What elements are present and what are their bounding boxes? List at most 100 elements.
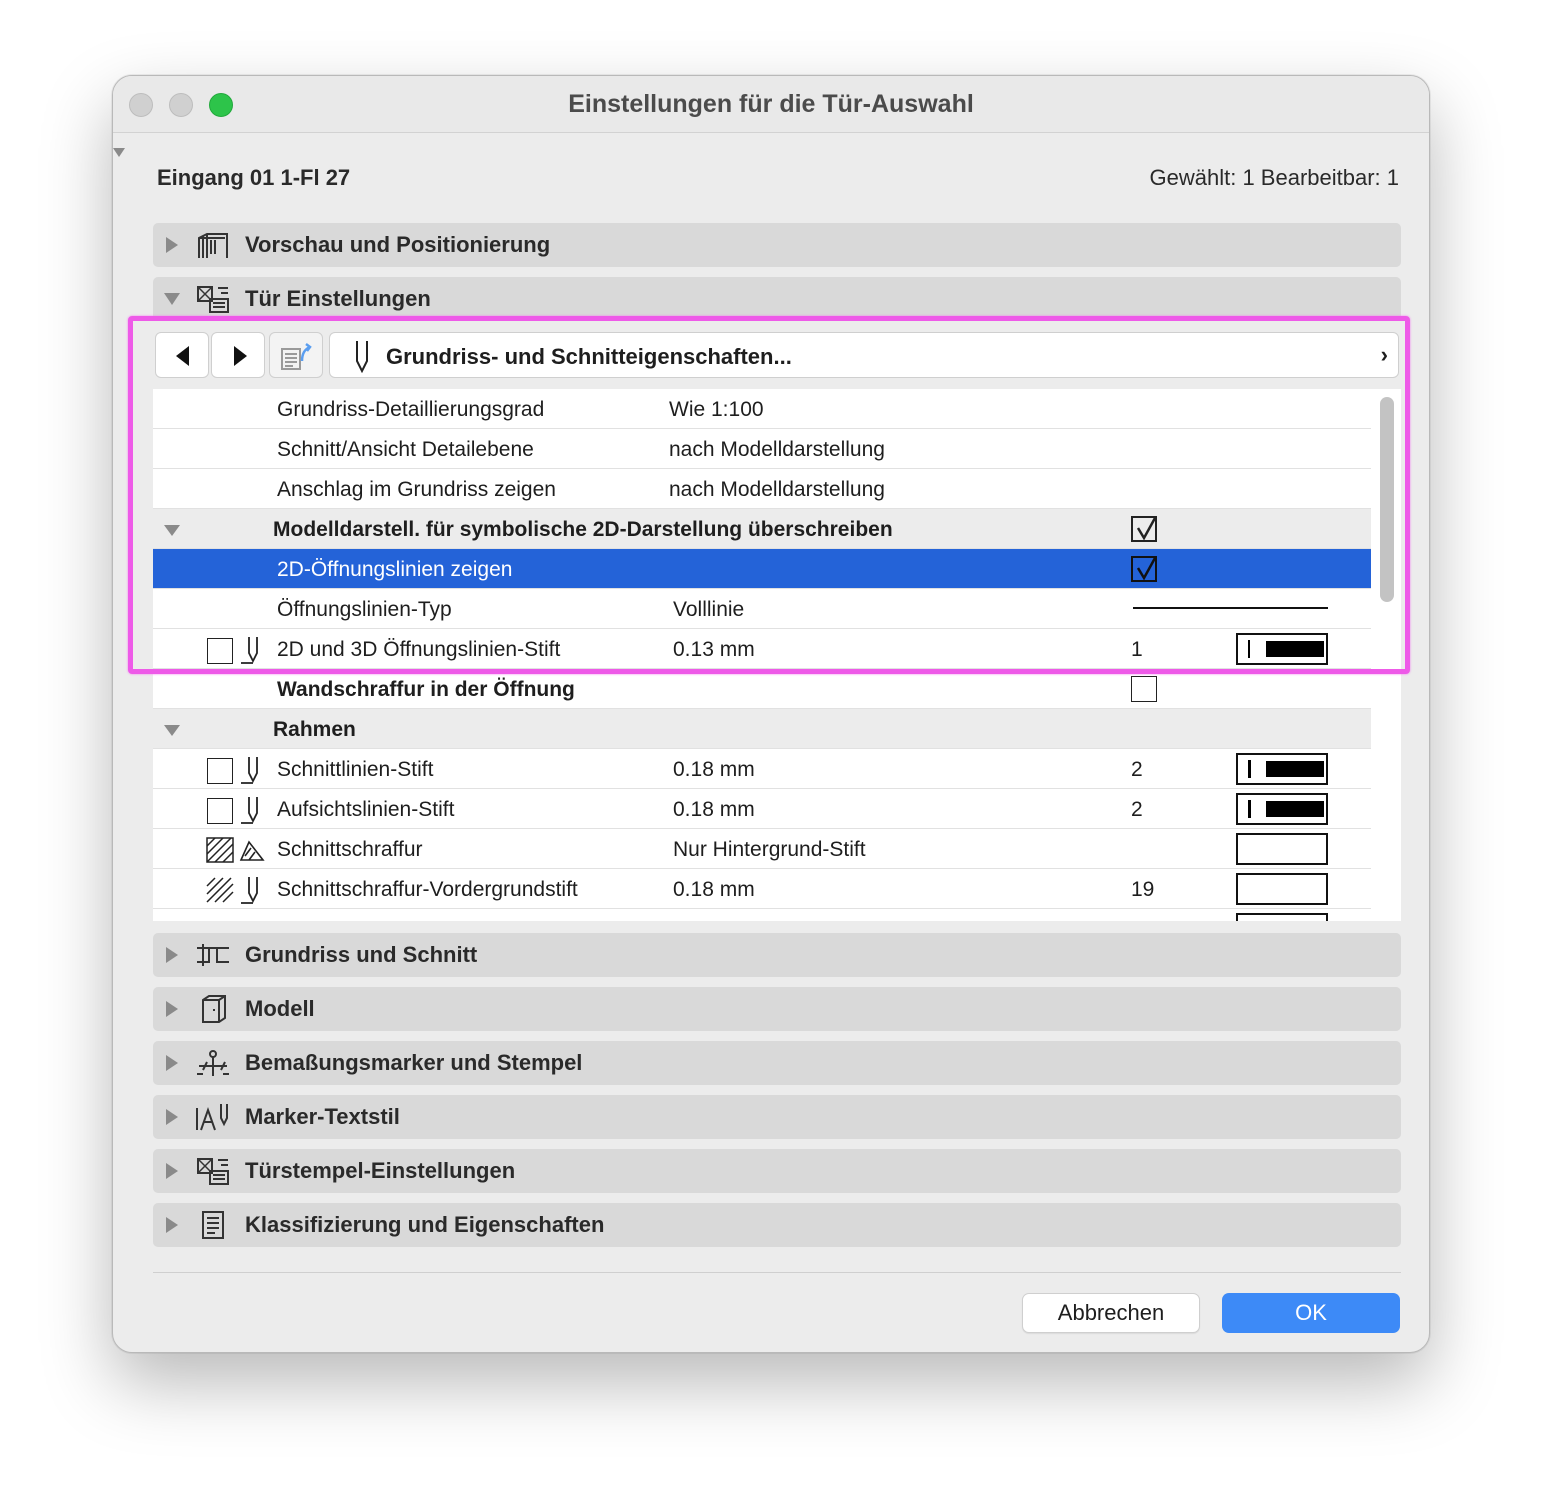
- page-toolbar: Grundriss- und Schnitteigenschaften... ›: [155, 332, 1399, 378]
- list-item[interactable]: Schnittlinien-Stift 0.18 mm 2: [153, 749, 1371, 789]
- list-item[interactable]: Schnitt/Ansicht Detailebene nach Modelld…: [153, 429, 1371, 469]
- list-item[interactable]: Wandschraffur in der Öffnung: [153, 669, 1371, 709]
- disclosure-right-icon[interactable]: [166, 1109, 178, 1125]
- fill-foreground-pen-icon: [206, 877, 234, 903]
- link-checkbox[interactable]: [207, 798, 233, 824]
- pen-icon: [356, 341, 368, 373]
- list-item[interactable]: Öffnungslinien-Typ Volllinie: [153, 589, 1371, 629]
- floorplan-section-icon: [197, 944, 229, 966]
- title-bar: Einstellungen für die Tür-Auswahl: [113, 76, 1429, 133]
- pen-swatch[interactable]: [1236, 633, 1328, 665]
- row-value[interactable]: nach Modelldarstellung: [669, 478, 885, 502]
- panel-marker-textstil[interactable]: Marker-Textstil: [153, 1095, 1401, 1139]
- ok-button[interactable]: OK: [1222, 1293, 1400, 1333]
- arrow-right-icon: [234, 346, 247, 366]
- row-label: Anschlag im Grundriss zeigen: [277, 478, 556, 501]
- row-label: Aufsichtslinien-Stift: [277, 798, 455, 821]
- list-item[interactable]: Anschlag im Grundriss zeigen nach Modell…: [153, 469, 1371, 509]
- disclosure-down-icon[interactable]: [164, 725, 180, 736]
- link-checkbox[interactable]: [207, 758, 233, 784]
- pen-swatch[interactable]: [1236, 753, 1328, 785]
- list-scrollbar[interactable]: [1380, 397, 1394, 602]
- panel-label: Türstempel-Einstellungen: [245, 1158, 516, 1183]
- pen-swatch[interactable]: [1236, 873, 1328, 905]
- pen-number[interactable]: 2: [1131, 798, 1143, 822]
- wall-fill-checkbox[interactable]: [1131, 676, 1157, 702]
- disclosure-right-icon[interactable]: [166, 1163, 178, 1179]
- previous-page-button[interactable]: [155, 332, 209, 378]
- import-settings-button[interactable]: [269, 332, 323, 378]
- panel-label: Grundriss und Schnitt: [245, 942, 478, 967]
- list-item[interactable]: Aufsichtslinien-Stift 0.18 mm 2: [153, 789, 1371, 829]
- panel-bemassung[interactable]: Bemaßungsmarker und Stempel: [153, 1041, 1401, 1085]
- model-icon: [202, 995, 226, 1023]
- row-value[interactable]: 0.18 mm: [673, 798, 755, 822]
- selection-info: Gewählt: 1 Bearbeitbar: 1: [1149, 165, 1399, 190]
- panel-modell[interactable]: Modell: [153, 987, 1401, 1031]
- panel-tuerstempel[interactable]: Türstempel-Einstellungen: [153, 1149, 1401, 1193]
- panel-label: Marker-Textstil: [245, 1104, 400, 1129]
- disclosure-right-icon[interactable]: [166, 1055, 178, 1071]
- row-value[interactable]: nach Modelldarstellung: [669, 438, 885, 462]
- settings-list: Grundriss-Detaillierungsgrad Wie 1:100 S…: [153, 389, 1401, 921]
- list-item[interactable]: 2D und 3D Öffnungslinien-Stift 0.13 mm 1: [153, 629, 1371, 669]
- row-value[interactable]: Nur Hintergrund-Stift: [673, 838, 866, 862]
- row-value[interactable]: 0.13 mm: [673, 638, 755, 662]
- link-checkbox[interactable]: [207, 638, 233, 664]
- next-page-button[interactable]: [211, 332, 265, 378]
- checkmark-icon: [1136, 557, 1157, 581]
- row-value[interactable]: Volllinie: [673, 598, 744, 622]
- panel-klassifizierung[interactable]: Klassifizierung und Eigenschaften: [153, 1203, 1401, 1247]
- panel-label: Bemaßungsmarker und Stempel: [245, 1050, 583, 1075]
- row-label: Modelldarstell. für symbolische 2D-Darst…: [273, 518, 893, 541]
- page-selector[interactable]: Grundriss- und Schnitteigenschaften... ›: [329, 332, 1399, 378]
- preview-door-icon: [198, 233, 228, 258]
- list-item[interactable]: Schnittschraffur Nur Hintergrund-Stift: [153, 829, 1371, 869]
- pen-swatch[interactable]: [1236, 913, 1328, 921]
- panel-vorschau[interactable]: Vorschau und Positionierung: [153, 223, 1401, 267]
- dimension-marker-icon: [197, 1050, 229, 1076]
- disclosure-right-icon[interactable]: [166, 1001, 178, 1017]
- list-item-selected[interactable]: 2D-Öffnungslinien zeigen: [153, 549, 1371, 589]
- fill-pattern-icon: [206, 837, 234, 863]
- fill-swatch[interactable]: [1236, 833, 1328, 865]
- list-item[interactable]: Schnittschraffur-Vordergrundstift 0.18 m…: [153, 869, 1371, 909]
- row-value[interactable]: 0.18 mm: [673, 878, 755, 902]
- row-label: Rahmen: [273, 718, 356, 741]
- disclosure-right-icon[interactable]: [166, 947, 178, 963]
- row-label: 2D und 3D Öffnungslinien-Stift: [277, 638, 561, 661]
- list-item-partial[interactable]: [153, 909, 1371, 921]
- disclosure-right-icon[interactable]: [166, 237, 178, 253]
- row-value[interactable]: Wie 1:100: [669, 398, 764, 422]
- panel-label: Modell: [245, 996, 315, 1021]
- pen-icon: [241, 637, 258, 664]
- group-row-override[interactable]: Modelldarstell. für symbolische 2D-Darst…: [153, 509, 1371, 549]
- page-selector-label: Grundriss- und Schnitteigenschaften...: [386, 344, 792, 369]
- favorites-toggle-icon[interactable]: [113, 148, 125, 157]
- window-title: Einstellungen für die Tür-Auswahl: [568, 90, 974, 118]
- cancel-button[interactable]: Abbrechen: [1022, 1293, 1200, 1333]
- pen-icon: [241, 797, 258, 824]
- row-label: Schnittschraffur: [277, 838, 423, 861]
- door-settings-icon: [197, 286, 229, 313]
- element-name: Eingang 01 1-Fl 27: [157, 165, 351, 190]
- disclosure-right-icon[interactable]: [166, 1217, 178, 1233]
- panel-grundriss-schnitt[interactable]: Grundriss und Schnitt: [153, 933, 1401, 977]
- show-opening-lines-checkbox[interactable]: [1131, 556, 1157, 582]
- panel-label: Klassifizierung und Eigenschaften: [245, 1212, 605, 1237]
- list-item[interactable]: Grundriss-Detaillierungsgrad Wie 1:100: [153, 389, 1371, 429]
- pen-number[interactable]: 19: [1131, 878, 1154, 902]
- panel-tuer-einstellungen[interactable]: Tür Einstellungen: [153, 277, 1401, 321]
- pen-swatch[interactable]: [1236, 793, 1328, 825]
- pen-icon: [241, 757, 258, 784]
- pen-number[interactable]: 1: [1131, 638, 1143, 662]
- panel-label: Tür Einstellungen: [245, 286, 431, 311]
- row-value[interactable]: 0.18 mm: [673, 758, 755, 782]
- panel-label: Vorschau und Positionierung: [245, 232, 551, 257]
- disclosure-down-icon[interactable]: [164, 293, 180, 305]
- pen-number[interactable]: 2: [1131, 758, 1143, 782]
- row-label: Schnittschraffur-Vordergrundstift: [277, 878, 578, 901]
- override-checkbox[interactable]: [1131, 516, 1157, 542]
- disclosure-down-icon[interactable]: [164, 525, 180, 536]
- group-row-rahmen[interactable]: Rahmen: [153, 709, 1371, 749]
